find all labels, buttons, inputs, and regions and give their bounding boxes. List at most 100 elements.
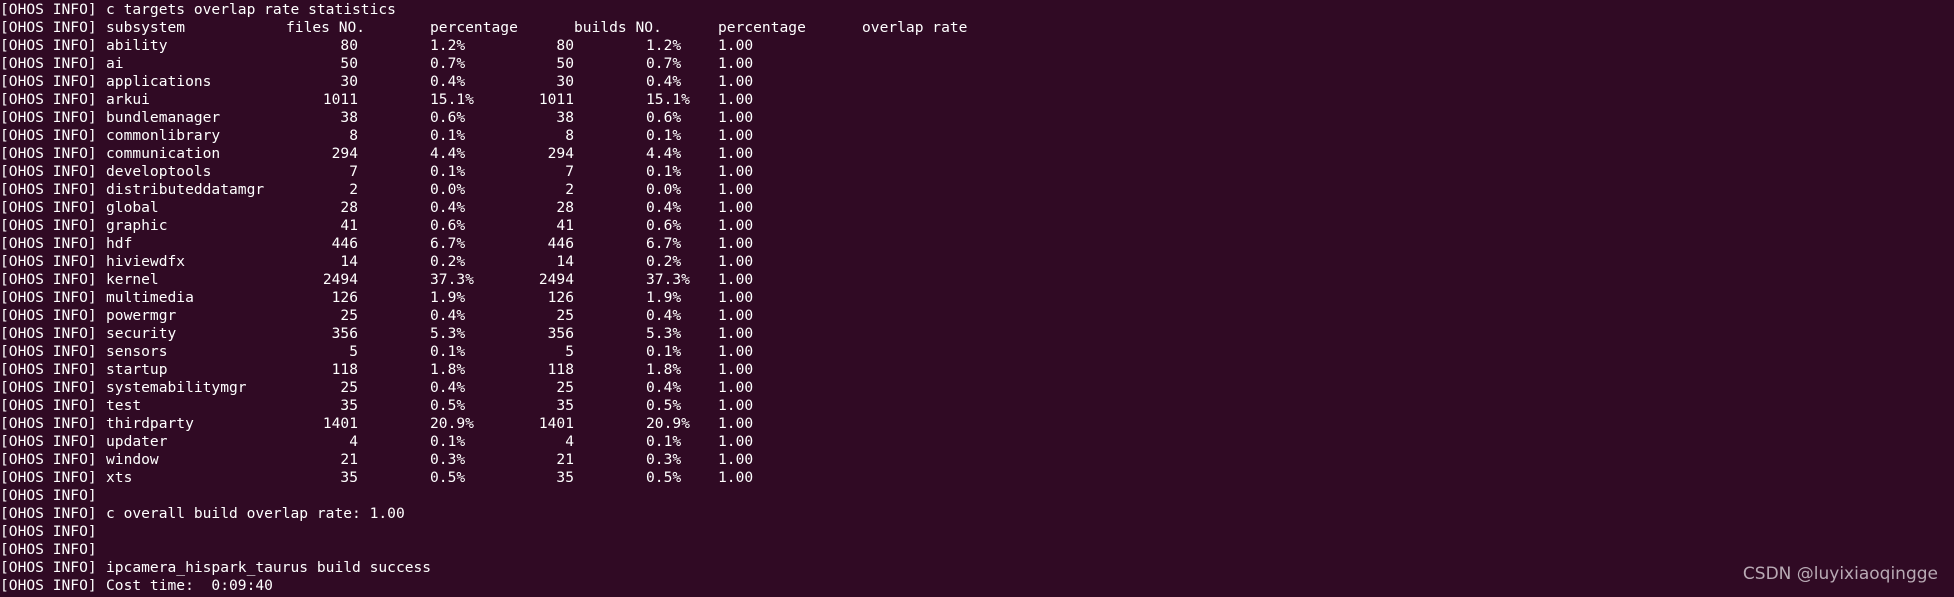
cell-overlap-rate: 1.00	[718, 199, 754, 216]
cell-builds-percentage: 15.1%	[646, 91, 690, 108]
cell-files-no: 41	[340, 217, 358, 234]
cell-builds-no: 28	[556, 199, 574, 216]
cell-subsystem: startup	[106, 361, 168, 378]
cell-files-percentage: 0.5%	[430, 397, 466, 414]
log-prefix: [OHOS INFO]	[0, 19, 97, 36]
log-prefix: [OHOS INFO]	[0, 451, 97, 468]
cell-files-no: 7	[349, 163, 358, 180]
cell-files-no: 2	[349, 181, 358, 198]
cell-builds-no: 1401	[538, 415, 574, 432]
log-prefix: [OHOS INFO]	[0, 505, 97, 522]
cell-files-no: 25	[340, 379, 358, 396]
log-prefix: [OHOS INFO]	[0, 325, 97, 342]
cell-overlap-rate: 1.00	[718, 91, 754, 108]
cell-files-percentage: 0.2%	[430, 253, 466, 270]
cell-builds-no: 21	[556, 451, 574, 468]
table-row: [OHOS INFO] communication 294 4.4% 294 4.4% 1.…	[0, 145, 1954, 163]
log-prefix: [OHOS INFO]	[0, 271, 97, 288]
header-percentage-files: percentage	[430, 19, 518, 36]
table-row: [OHOS INFO] sensors 5 0.1% 5 0.1% 1.00	[0, 343, 1954, 361]
log-prefix: [OHOS INFO]	[0, 523, 97, 540]
cell-files-no: 35	[340, 469, 358, 486]
header-files: files NO.	[286, 19, 366, 36]
cell-builds-percentage: 0.3%	[646, 451, 682, 468]
cell-overlap-rate: 1.00	[718, 361, 754, 378]
cell-overlap-rate: 1.00	[718, 235, 754, 252]
cell-builds-percentage: 6.7%	[646, 235, 682, 252]
cell-builds-no: 2	[565, 181, 574, 198]
cell-files-percentage: 0.1%	[430, 343, 466, 360]
cell-builds-percentage: 0.6%	[646, 109, 682, 126]
cell-files-no: 1401	[322, 415, 358, 432]
cell-builds-no: 14	[556, 253, 574, 270]
table-row: [OHOS INFO] kernel 2494 37.3% 2494 37.3% 1.00	[0, 271, 1954, 289]
cell-subsystem: powermgr	[106, 307, 177, 324]
cell-builds-percentage: 0.7%	[646, 55, 682, 72]
table-row: [OHOS INFO] thirdparty 1401 20.9% 1401 20.9% 1…	[0, 415, 1954, 433]
cell-overlap-rate: 1.00	[718, 217, 754, 234]
cell-builds-no: 8	[565, 127, 574, 144]
cell-overlap-rate: 1.00	[718, 469, 754, 486]
cell-builds-no: 294	[547, 145, 574, 162]
cell-overlap-rate: 1.00	[718, 433, 754, 450]
cell-files-no: 38	[340, 109, 358, 126]
cell-builds-percentage: 0.5%	[646, 397, 682, 414]
cell-files-percentage: 0.7%	[430, 55, 466, 72]
cell-builds-no: 7	[565, 163, 574, 180]
cell-files-percentage: 1.2%	[430, 37, 466, 54]
cell-builds-no: 118	[547, 361, 574, 378]
log-prefix: [OHOS INFO]	[0, 55, 97, 72]
cell-overlap-rate: 1.00	[718, 397, 754, 414]
cell-overlap-rate: 1.00	[718, 379, 754, 396]
log-prefix: [OHOS INFO]	[0, 469, 97, 486]
log-prefix: [OHOS INFO]	[0, 37, 97, 54]
cell-subsystem: developtools	[106, 163, 212, 180]
cell-files-no: 446	[331, 235, 358, 252]
cell-builds-percentage: 0.1%	[646, 127, 682, 144]
cell-builds-percentage: 5.3%	[646, 325, 682, 342]
log-prefix: [OHOS INFO]	[0, 127, 97, 144]
cell-overlap-rate: 1.00	[718, 415, 754, 432]
cell-builds-no: 25	[556, 307, 574, 324]
table-row: [OHOS INFO] powermgr 25 0.4% 25 0.4% 1.00	[0, 307, 1954, 325]
cell-files-no: 14	[340, 253, 358, 270]
log-prefix: [OHOS INFO]	[0, 253, 97, 270]
log-prefix: [OHOS INFO]	[0, 307, 97, 324]
cell-overlap-rate: 1.00	[718, 271, 754, 288]
cell-subsystem: kernel	[106, 271, 159, 288]
cell-builds-percentage: 0.1%	[646, 163, 682, 180]
log-prefix: [OHOS INFO]	[0, 415, 97, 432]
log-prefix: [OHOS INFO]	[0, 343, 97, 360]
cell-subsystem: window	[106, 451, 159, 468]
header-subsystem: subsystem	[106, 19, 186, 36]
cell-builds-percentage: 0.2%	[646, 253, 682, 270]
cell-builds-no: 35	[556, 469, 574, 486]
table-row: [OHOS INFO] hdf 446 6.7% 446 6.7% 1.00	[0, 235, 1954, 253]
table-row: [OHOS INFO] graphic 41 0.6% 41 0.6% 1.00	[0, 217, 1954, 235]
cell-builds-percentage: 20.9%	[646, 415, 690, 432]
cell-builds-percentage: 1.9%	[646, 289, 682, 306]
table-row: [OHOS INFO] xts 35 0.5% 35 0.5% 1.00	[0, 469, 1954, 487]
table-row: [OHOS INFO] test 35 0.5% 35 0.5% 1.00	[0, 397, 1954, 415]
cell-overlap-rate: 1.00	[718, 181, 754, 198]
cell-builds-no: 50	[556, 55, 574, 72]
cell-builds-no: 1011	[538, 91, 574, 108]
log-prefix: [OHOS INFO]	[0, 91, 97, 108]
cell-subsystem: commonlibrary	[106, 127, 221, 144]
cell-subsystem: updater	[106, 433, 168, 450]
cell-builds-percentage: 0.6%	[646, 217, 682, 234]
cell-subsystem: global	[106, 199, 159, 216]
table-row: [OHOS INFO] security 356 5.3% 356 5.3% 1.00	[0, 325, 1954, 343]
cell-files-no: 1011	[322, 91, 358, 108]
log-prefix: [OHOS INFO]	[0, 487, 97, 504]
cell-builds-no: 30	[556, 73, 574, 90]
cell-subsystem: systemabilitymgr	[106, 379, 247, 396]
cell-builds-no: 25	[556, 379, 574, 396]
table-row: [OHOS INFO] ability 80 1.2% 80 1.2% 1.00	[0, 37, 1954, 55]
log-line: [OHOS INFO]	[0, 541, 1954, 559]
terminal-window[interactable]: [OHOS INFO] c targets overlap rate stati…	[0, 0, 1954, 597]
cell-files-percentage: 0.1%	[430, 163, 466, 180]
log-prefix: [OHOS INFO]	[0, 361, 97, 378]
log-prefix: [OHOS INFO]	[0, 235, 97, 252]
cell-files-percentage: 0.6%	[430, 217, 466, 234]
